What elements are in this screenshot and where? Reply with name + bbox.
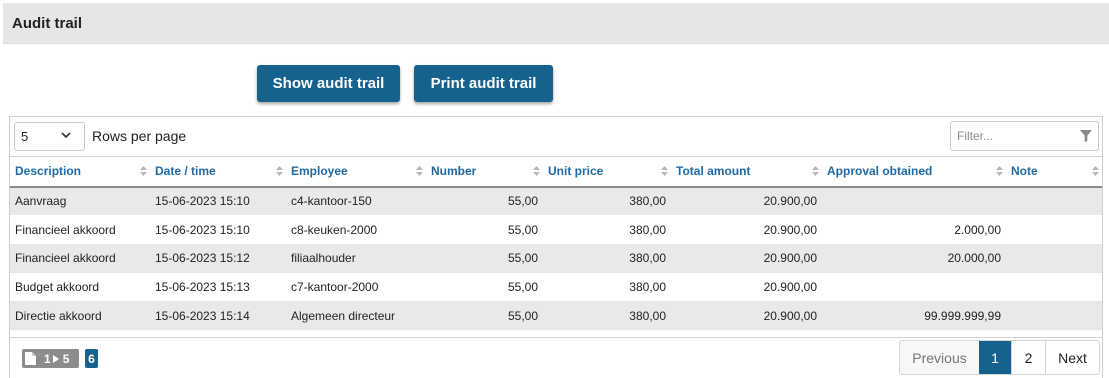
cell-description: Budget akkoord bbox=[10, 272, 150, 302]
cell-total-amount: 20.900,00 bbox=[671, 272, 822, 302]
sort-icon bbox=[276, 166, 283, 176]
table-row[interactable]: Budget akkoord 15-06-2023 15:13 c7-kantoor… bbox=[10, 272, 1102, 302]
cell-number: 55,00 bbox=[426, 215, 543, 244]
column-header-number[interactable]: Number bbox=[426, 156, 543, 188]
table-footer-divider bbox=[10, 337, 1102, 338]
cell-unit-price: 380,00 bbox=[543, 301, 671, 330]
filter-input[interactable] bbox=[951, 122, 1076, 150]
cell-number: 55,00 bbox=[426, 186, 543, 216]
cell-description: Directie akkoord bbox=[10, 301, 150, 330]
cell-total-amount: 20.900,00 bbox=[671, 186, 822, 216]
sort-icon bbox=[533, 166, 540, 176]
print-audit-trail-button[interactable]: Print audit trail bbox=[414, 65, 553, 102]
column-header-date-time[interactable]: Date / time bbox=[150, 156, 286, 188]
cell-note bbox=[1006, 215, 1102, 244]
cell-note bbox=[1006, 272, 1102, 302]
table-row[interactable]: Directie akkoord 15-06-2023 15:14 Algemeen… bbox=[10, 301, 1102, 330]
cell-date-time: 15-06-2023 15:10 bbox=[150, 186, 286, 216]
filter-icon[interactable] bbox=[1080, 130, 1092, 142]
column-header-label: Approval obtained bbox=[827, 164, 933, 179]
page-button-2[interactable]: 2 bbox=[1011, 341, 1045, 374]
cell-approval-obtained bbox=[822, 186, 1006, 216]
total-count-badge: 6 bbox=[85, 349, 98, 368]
column-header-label: Note bbox=[1011, 164, 1038, 179]
cell-unit-price: 380,00 bbox=[543, 243, 671, 273]
cell-approval-obtained bbox=[822, 272, 1006, 302]
cell-unit-price: 380,00 bbox=[543, 272, 671, 302]
cell-date-time: 15-06-2023 15:12 bbox=[150, 243, 286, 273]
table-row[interactable]: Financieel akkoord 15-06-2023 15:12 filiaa… bbox=[10, 243, 1102, 273]
filter-field[interactable] bbox=[950, 121, 1099, 151]
rows-per-page-label: Rows per page bbox=[92, 128, 187, 144]
column-header-unit-price[interactable]: Unit price bbox=[543, 156, 671, 188]
sort-icon bbox=[996, 166, 1003, 176]
rows-per-page-select[interactable]: 5 bbox=[14, 122, 85, 151]
cell-number: 55,00 bbox=[426, 243, 543, 273]
column-header-label: Total amount bbox=[676, 164, 751, 179]
column-header-note[interactable]: Note bbox=[1006, 156, 1102, 188]
cell-approval-obtained: 99.999.999,99 bbox=[822, 301, 1006, 330]
audit-table: Description Date / time Employee Number Unit… bbox=[10, 156, 1102, 330]
cell-unit-price: 380,00 bbox=[543, 186, 671, 216]
cell-total-amount: 20.900,00 bbox=[671, 301, 822, 330]
column-header-label: Description bbox=[15, 164, 82, 179]
cell-employee: Algemeen directeur bbox=[286, 301, 426, 330]
panel-header: Audit trail bbox=[3, 3, 1109, 44]
column-header-description[interactable]: Description bbox=[10, 156, 150, 188]
chevron-down-icon bbox=[61, 132, 71, 139]
rows-per-page-value: 5 bbox=[21, 129, 29, 144]
page-range-end: 5 bbox=[62, 351, 70, 366]
page-button-1[interactable]: 1 bbox=[979, 341, 1011, 374]
page-range-badge: 1 5 bbox=[22, 349, 79, 368]
cell-note bbox=[1006, 243, 1102, 273]
cell-employee: c8-keuken-2000 bbox=[286, 215, 426, 244]
column-header-label: Date / time bbox=[155, 164, 216, 179]
column-header-total-amount[interactable]: Total amount bbox=[671, 156, 822, 188]
sort-icon bbox=[416, 166, 423, 176]
column-header-approval-obtained[interactable]: Approval obtained bbox=[822, 156, 1006, 188]
cell-employee: filiaalhouder bbox=[286, 243, 426, 273]
panel-title: Audit trail bbox=[12, 15, 82, 32]
document-icon bbox=[25, 352, 36, 365]
cell-employee: c4-kantoor-150 bbox=[286, 186, 426, 216]
cell-description: Aanvraag bbox=[10, 186, 150, 216]
table-row[interactable]: Financieel akkoord 15-06-2023 15:10 c8-keu… bbox=[10, 215, 1102, 244]
sort-icon bbox=[661, 166, 668, 176]
next-page-button[interactable]: Next bbox=[1045, 341, 1099, 374]
cell-total-amount: 20.900,00 bbox=[671, 215, 822, 244]
cell-date-time: 15-06-2023 15:14 bbox=[150, 301, 286, 330]
cell-unit-price: 380,00 bbox=[543, 215, 671, 244]
cell-approval-obtained: 20.000,00 bbox=[822, 243, 1006, 273]
cell-number: 55,00 bbox=[426, 272, 543, 302]
column-header-label: Number bbox=[431, 164, 477, 179]
cell-description: Financieel akkoord bbox=[10, 215, 150, 244]
sort-icon bbox=[140, 166, 147, 176]
pagination: Previous 1 2 Next bbox=[899, 340, 1100, 375]
cell-note bbox=[1006, 301, 1102, 330]
cell-description: Financieel akkoord bbox=[10, 243, 150, 273]
sort-icon bbox=[1092, 166, 1099, 176]
cell-date-time: 15-06-2023 15:13 bbox=[150, 272, 286, 302]
show-audit-trail-button[interactable]: Show audit trail bbox=[257, 65, 400, 102]
arrow-right-icon bbox=[52, 354, 59, 363]
previous-page-button[interactable]: Previous bbox=[900, 341, 979, 374]
cell-approval-obtained: 2.000,00 bbox=[822, 215, 1006, 244]
audit-table-container: 5 Rows per page Description Date / time Em… bbox=[9, 116, 1103, 378]
sort-icon bbox=[812, 166, 819, 176]
table-row[interactable]: Aanvraag 15-06-2023 15:10 c4-kantoor-150 55… bbox=[10, 186, 1102, 216]
column-header-label: Unit price bbox=[548, 164, 604, 179]
cell-employee: c7-kantoor-2000 bbox=[286, 272, 426, 302]
table-header-row: Description Date / time Employee Number Unit… bbox=[10, 156, 1102, 188]
cell-number: 55,00 bbox=[426, 301, 543, 330]
page-range-start: 1 bbox=[44, 351, 51, 366]
cell-total-amount: 20.900,00 bbox=[671, 243, 822, 273]
column-header-label: Employee bbox=[291, 164, 348, 179]
cell-note bbox=[1006, 186, 1102, 216]
cell-date-time: 15-06-2023 15:10 bbox=[150, 215, 286, 244]
column-header-employee[interactable]: Employee bbox=[286, 156, 426, 188]
